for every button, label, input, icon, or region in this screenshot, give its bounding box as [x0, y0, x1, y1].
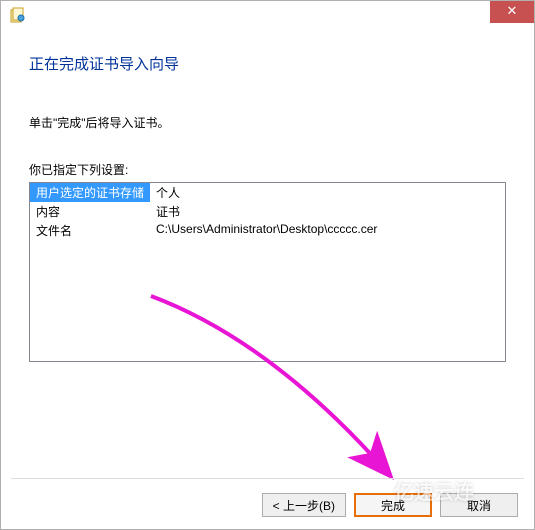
table-row[interactable]: 内容证书 — [30, 202, 383, 221]
settings-list: 用户选定的证书存储个人内容证书文件名C:\Users\Administrator… — [29, 182, 506, 362]
wizard-window: ✕ 正在完成证书导入向导 单击"完成"后将导入证书。 你已指定下列设置: 用户选… — [0, 0, 535, 530]
table-row[interactable]: 文件名C:\Users\Administrator\Desktop\ccccc.… — [30, 221, 383, 240]
table-row[interactable]: 用户选定的证书存储个人 — [30, 183, 383, 202]
setting-key: 用户选定的证书存储 — [30, 183, 150, 202]
wizard-content: 正在完成证书导入向导 单击"完成"后将导入证书。 你已指定下列设置: 用户选定的… — [1, 29, 534, 372]
setting-value: C:\Users\Administrator\Desktop\ccccc.cer — [150, 221, 383, 240]
settings-label: 你已指定下列设置: — [29, 161, 506, 178]
wizard-icon — [9, 7, 25, 23]
close-button[interactable]: ✕ — [490, 1, 534, 23]
separator — [11, 478, 524, 479]
setting-key: 内容 — [30, 202, 150, 221]
finish-button[interactable]: 完成 — [354, 493, 432, 517]
page-title: 正在完成证书导入向导 — [29, 53, 506, 74]
close-icon: ✕ — [507, 3, 518, 18]
back-button[interactable]: < 上一步(B) — [262, 493, 346, 517]
instruction-text: 单击"完成"后将导入证书。 — [29, 114, 506, 131]
setting-value: 证书 — [150, 202, 383, 221]
cancel-button[interactable]: 取消 — [440, 493, 518, 517]
setting-key: 文件名 — [30, 221, 150, 240]
button-bar: < 上一步(B) 完成 取消 — [262, 493, 518, 517]
titlebar: ✕ — [1, 1, 534, 29]
setting-value: 个人 — [150, 183, 383, 202]
